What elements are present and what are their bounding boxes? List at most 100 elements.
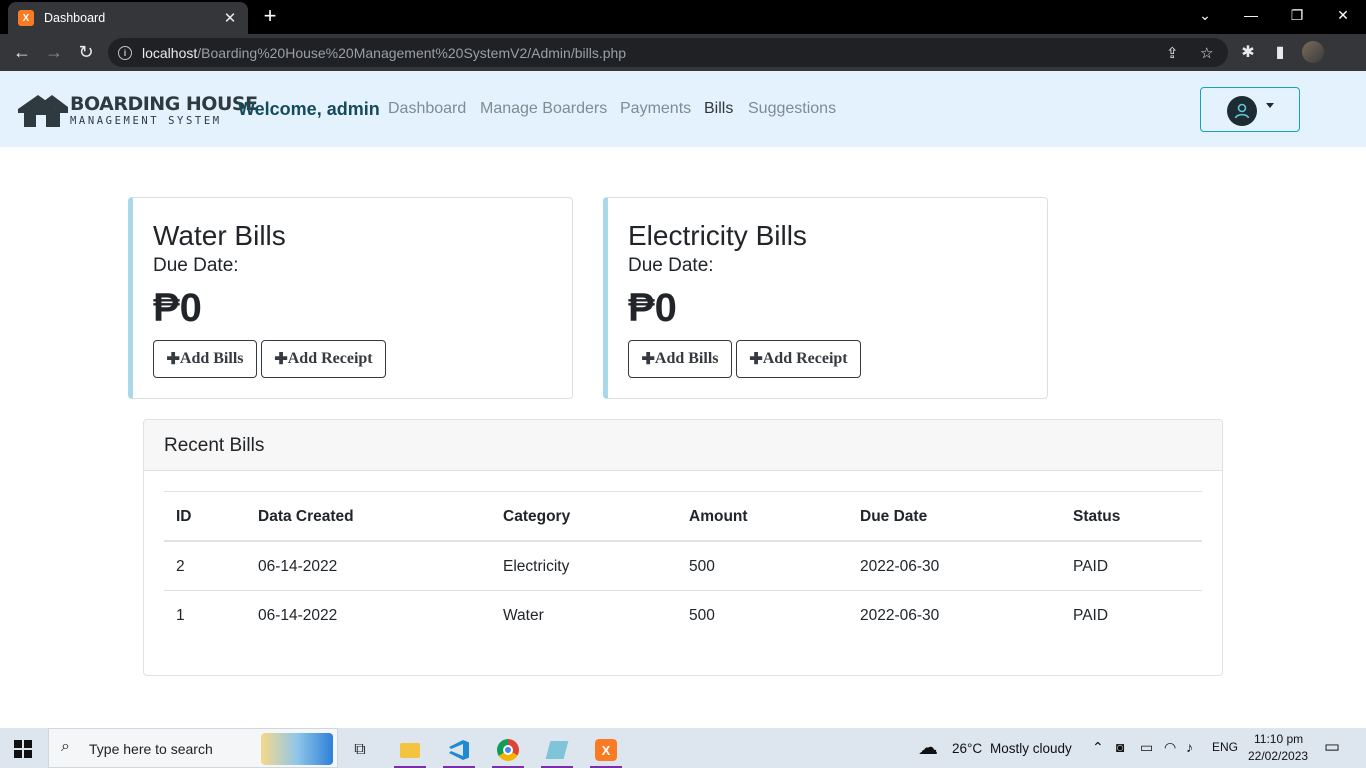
house-logo-icon	[18, 95, 68, 127]
file-explorer-icon[interactable]	[390, 732, 430, 768]
browser-titlebar: X Dashboard ✕ + ⌄ — ❐ ✕	[0, 0, 1366, 34]
restore-icon[interactable]: ❐	[1274, 0, 1320, 30]
add-receipt-button[interactable]: ✚ Add Receipt	[736, 340, 861, 378]
task-view-icon[interactable]: ⧉	[340, 732, 380, 768]
xampp-icon[interactable]: X	[586, 732, 626, 768]
table-row[interactable]: 2 06-14-2022 Electricity 500 2022-06-30 …	[164, 541, 1202, 590]
table-header-row: ID Data Created Category Amount Due Date…	[164, 491, 1202, 541]
electricity-bills-card: Electricity Bills Due Date: ₱0 ✚ Add Bill…	[603, 197, 1048, 399]
cell-due-date: 2022-06-30	[860, 607, 940, 624]
volume-icon[interactable]: ♪	[1186, 739, 1193, 755]
share-icon[interactable]: ⇪	[1166, 44, 1179, 62]
wifi-icon[interactable]: ◠	[1164, 739, 1176, 756]
browser-toolbar: ← → ↻ i localhost/Boarding%20House%20Man…	[0, 34, 1366, 71]
notepad-app-icon[interactable]	[537, 732, 577, 768]
nav-bills[interactable]: Bills	[704, 100, 733, 118]
clock-time[interactable]: 11:10 pm	[1254, 732, 1303, 746]
cell-id: 2	[176, 558, 185, 575]
recent-bills-panel: Recent Bills ID Data Created Category Am…	[143, 419, 1223, 676]
user-menu-button[interactable]	[1200, 87, 1300, 132]
weather-cloud-icon[interactable]: ☁	[918, 735, 938, 760]
search-placeholder: Type here to search	[89, 741, 213, 757]
search-highlight-icon	[261, 733, 333, 765]
panel-title: Recent Bills	[164, 435, 265, 456]
table-row[interactable]: 1 06-14-2022 Water 500 2022-06-30 PAID	[164, 590, 1202, 639]
vscode-icon[interactable]	[439, 732, 479, 768]
notifications-icon[interactable]: ▭	[1324, 737, 1340, 757]
logo-title: BOARDING HOUSE	[70, 93, 258, 115]
address-bar[interactable]: i localhost/Boarding%20House%20Managemen…	[108, 38, 1228, 67]
bill-amount: ₱0	[153, 286, 202, 330]
bookmark-star-icon[interactable]: ☆	[1200, 44, 1213, 62]
column-header-amount[interactable]: Amount	[689, 508, 748, 526]
url-text: localhost/Boarding%20House%20Management%…	[142, 44, 627, 61]
add-bills-button[interactable]: ✚ Add Bills	[153, 340, 257, 378]
bills-table: ID Data Created Category Amount Due Date…	[164, 491, 1202, 639]
plus-icon: ✚	[749, 351, 763, 368]
xampp-icon: X	[18, 10, 34, 26]
add-bills-button[interactable]: ✚ Add Bills	[628, 340, 732, 378]
nav-suggestions[interactable]: Suggestions	[748, 100, 836, 118]
extensions-icon[interactable]: ✱	[1238, 42, 1258, 62]
tab-title: Dashboard	[44, 11, 106, 25]
plus-icon: ✚	[641, 351, 655, 368]
cell-id: 1	[176, 607, 185, 624]
site-info-icon[interactable]: i	[118, 45, 132, 60]
profile-avatar-icon[interactable]	[1302, 41, 1324, 63]
nav-manage-boarders[interactable]: Manage Boarders	[480, 100, 607, 118]
column-header-date-created[interactable]: Data Created	[258, 508, 354, 526]
browser-tab[interactable]: X Dashboard ✕	[8, 2, 248, 34]
plus-icon: ✚	[166, 351, 180, 368]
weather-description[interactable]: Mostly cloudy	[990, 741, 1072, 756]
weather-temperature[interactable]: 26°C	[952, 741, 982, 756]
cell-date-created: 06-14-2022	[258, 558, 338, 575]
column-header-category[interactable]: Category	[503, 508, 570, 526]
cell-status: PAID	[1073, 607, 1109, 624]
chrome-icon[interactable]	[488, 732, 528, 768]
minimize-icon[interactable]: —	[1228, 0, 1274, 30]
cell-category: Electricity	[503, 558, 570, 575]
column-header-status[interactable]: Status	[1073, 508, 1120, 526]
battery-icon[interactable]: ▭	[1140, 739, 1153, 756]
user-icon	[1227, 96, 1257, 126]
site-logo[interactable]: BOARDING HOUSE MANAGEMENT SYSTEM	[16, 93, 258, 127]
windows-taskbar: ⌕ Type here to search ⧉ X ☁ 26°C Mostly …	[0, 728, 1366, 768]
reload-icon[interactable]: ↻	[70, 37, 102, 69]
tab-search-icon[interactable]: ⌄	[1182, 0, 1228, 30]
add-receipt-button[interactable]: ✚ Add Receipt	[261, 340, 386, 378]
nav-dashboard[interactable]: Dashboard	[388, 100, 466, 118]
due-date-label: Due Date:	[628, 255, 714, 276]
cell-date-created: 06-14-2022	[258, 607, 338, 624]
card-title: Electricity Bills	[628, 220, 807, 251]
cell-status: PAID	[1073, 558, 1109, 575]
clock-date[interactable]: 22/02/2023	[1248, 749, 1308, 763]
chevron-up-icon[interactable]: ⌃	[1092, 739, 1104, 756]
taskbar-search-input[interactable]: ⌕ Type here to search	[48, 728, 338, 768]
windows-start-icon[interactable]	[14, 740, 32, 758]
new-tab-icon[interactable]: +	[258, 4, 282, 28]
column-header-due-date[interactable]: Due Date	[860, 508, 927, 526]
cell-due-date: 2022-06-30	[860, 558, 940, 575]
search-icon: ⌕	[61, 738, 70, 755]
nav-payments[interactable]: Payments	[620, 100, 691, 118]
panel-header: Recent Bills	[144, 420, 1222, 471]
close-window-icon[interactable]: ✕	[1320, 0, 1366, 30]
cell-amount: 500	[689, 607, 715, 624]
side-panel-icon[interactable]: ▮	[1270, 42, 1290, 62]
cell-amount: 500	[689, 558, 715, 575]
forward-icon[interactable]: →	[38, 37, 70, 69]
chevron-down-icon	[1266, 103, 1274, 108]
bill-amount: ₱0	[628, 286, 677, 330]
plus-icon: ✚	[274, 351, 288, 368]
back-icon[interactable]: ←	[6, 37, 38, 69]
water-bills-card: Water Bills Due Date: ₱0 ✚ Add Bills ✚ Add…	[128, 197, 573, 399]
column-header-id[interactable]: ID	[176, 508, 192, 526]
cell-category: Water	[503, 607, 544, 624]
card-title: Water Bills	[153, 220, 286, 251]
due-date-label: Due Date:	[153, 255, 239, 276]
language-indicator[interactable]: ENG	[1212, 740, 1238, 754]
welcome-text: Welcome, admin	[238, 99, 380, 119]
camera-icon[interactable]: ◙	[1116, 739, 1124, 755]
logo-subtitle: MANAGEMENT SYSTEM	[70, 115, 222, 127]
close-tab-icon[interactable]: ✕	[222, 9, 238, 27]
